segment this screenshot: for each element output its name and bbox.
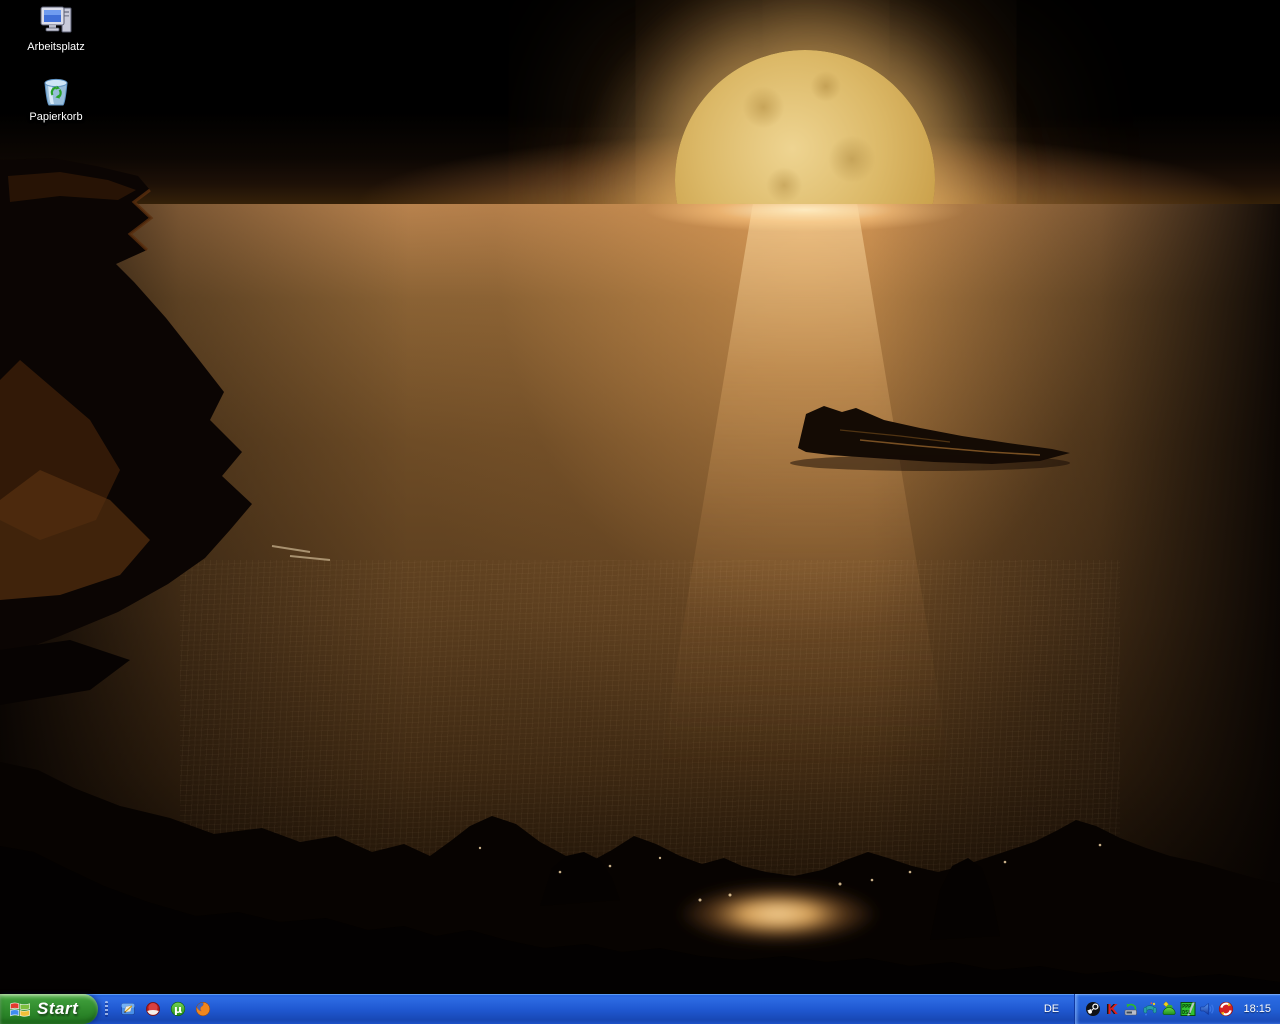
- quick-launch-handle[interactable]: [105, 1001, 108, 1017]
- kaspersky-tray-icon[interactable]: K K: [1103, 1001, 1120, 1017]
- firefox-icon: [195, 1001, 211, 1017]
- safely-remove-hardware-tray-icon[interactable]: [1122, 1001, 1139, 1017]
- safely-remove-hardware-icon: [1123, 1001, 1139, 1017]
- phone-dialer-icon: [1142, 1001, 1158, 1017]
- red-browser-button[interactable]: [144, 1000, 162, 1018]
- kaspersky-icon: K K: [1104, 1001, 1120, 1017]
- desktop-icon-label: Papierkorb: [29, 111, 82, 123]
- utorrent-button[interactable]: µ: [169, 1000, 187, 1018]
- desktop-icon-papierkorb[interactable]: Papierkorb: [13, 74, 99, 123]
- windows-logo-icon: [9, 999, 32, 1020]
- volume-icon: [1199, 1001, 1215, 1017]
- taskbar: Start: [0, 994, 1280, 1024]
- firefox-button[interactable]: [194, 1000, 212, 1018]
- quick-launch-bar: µ: [113, 1000, 218, 1018]
- steam-tray-icon[interactable]: [1084, 1001, 1101, 1017]
- language-label: DE: [1044, 1003, 1059, 1015]
- rock-silhouettes: [0, 0, 1280, 994]
- sync-arrows-icon: [1218, 1001, 1234, 1017]
- utorrent-icon: µ: [170, 1001, 186, 1017]
- show-desktop-icon: [120, 1001, 136, 1017]
- svg-text:K: K: [1108, 1002, 1119, 1017]
- desktop-wallpaper: Arbeitsplatz Papierkorb: [0, 0, 1280, 994]
- steam-icon: [1085, 1001, 1101, 1017]
- volume-tray-icon[interactable]: [1198, 1001, 1215, 1017]
- tray-clock[interactable]: 18:15: [1243, 1003, 1271, 1015]
- fritz-dsl-tray-icon[interactable]: [1160, 1001, 1177, 1017]
- red-browser-icon: [145, 1001, 161, 1017]
- ppp-dsl-tray-icon[interactable]: PPP DSL: [1179, 1001, 1196, 1017]
- svg-text:DSL: DSL: [1182, 1010, 1191, 1016]
- desktop-icon-arbeitsplatz[interactable]: Arbeitsplatz: [13, 4, 99, 53]
- recycle-bin-icon: [39, 74, 73, 108]
- start-label: Start: [37, 999, 78, 1019]
- start-button[interactable]: Start: [0, 994, 98, 1024]
- system-tray: K K: [1074, 994, 1280, 1024]
- language-indicator[interactable]: DE: [1028, 1003, 1074, 1015]
- desktop-icon-label: Arbeitsplatz: [27, 41, 84, 53]
- my-computer-icon: [38, 4, 74, 38]
- show-desktop-button[interactable]: [119, 1000, 137, 1018]
- taskbar-empty-area: [218, 994, 1028, 1024]
- ppp-dsl-icon: PPP DSL: [1180, 1001, 1196, 1017]
- fritz-dsl-icon: [1161, 1001, 1177, 1017]
- phone-dialer-tray-icon[interactable]: [1141, 1001, 1158, 1017]
- svg-text:µ: µ: [174, 1003, 182, 1016]
- sync-arrows-tray-icon[interactable]: [1217, 1001, 1234, 1017]
